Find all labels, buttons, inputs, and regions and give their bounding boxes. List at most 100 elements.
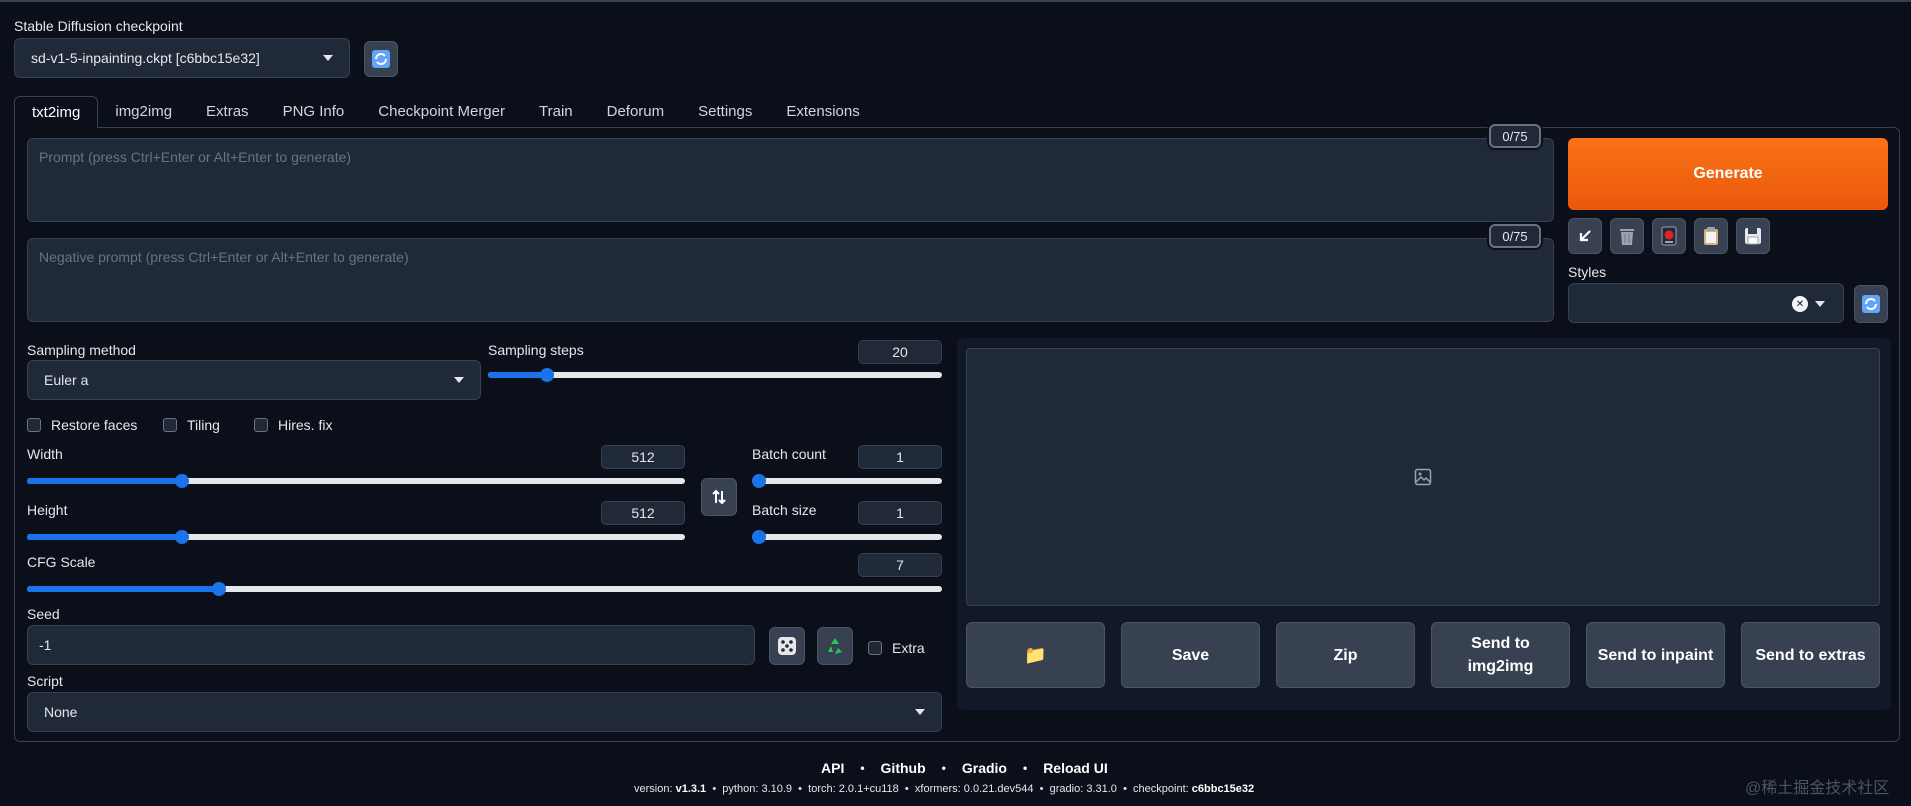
tab-extras[interactable]: Extras [189, 96, 266, 128]
slider-thumb[interactable] [540, 368, 555, 382]
batch-count-slider[interactable] [752, 470, 942, 492]
tiling-checkbox[interactable] [163, 418, 177, 432]
checkpoint-footer-label: checkpoint: [1133, 783, 1189, 795]
generate-button[interactable]: Generate [1568, 138, 1888, 210]
extra-networks-button[interactable] [1652, 218, 1686, 254]
cfg-scale-input[interactable]: 7 [858, 553, 942, 577]
sampling-steps-slider[interactable] [488, 364, 942, 386]
chevron-down-icon [454, 377, 464, 383]
batch-count-input[interactable]: 1 [858, 445, 942, 469]
slider-thumb[interactable] [752, 474, 766, 488]
tab-checkpoint-merger[interactable]: Checkpoint Merger [361, 96, 522, 128]
batch-size-input[interactable]: 1 [858, 501, 942, 525]
hires-fix-option[interactable]: Hires. fix [254, 417, 332, 433]
separator: • [941, 761, 946, 775]
negative-prompt-token-counter: 0/75 [1489, 224, 1541, 248]
slider-track [752, 478, 942, 484]
clipboard-icon [1704, 227, 1718, 245]
send-to-img2img-button[interactable]: Send to img2img [1431, 622, 1570, 688]
hires-fix-checkbox[interactable] [254, 418, 268, 432]
save-style-button[interactable] [1736, 218, 1770, 254]
slider-thumb[interactable] [212, 582, 227, 596]
refresh-checkpoint-button[interactable] [364, 41, 398, 77]
height-slider[interactable] [27, 526, 685, 548]
script-label: Script [27, 673, 63, 689]
script-dropdown[interactable]: None [27, 692, 942, 732]
send-to-extras-button[interactable]: Send to extras [1741, 622, 1880, 688]
sampling-steps-input[interactable]: 20 [858, 340, 942, 364]
batch-size-slider[interactable] [752, 526, 942, 548]
separator: • [798, 783, 803, 795]
refresh-styles-button[interactable] [1854, 285, 1888, 323]
extra-seed-option[interactable]: Extra [868, 640, 925, 656]
active-tab-joint [15, 126, 97, 129]
tab-deforum[interactable]: Deforum [590, 96, 682, 128]
swap-icon [712, 489, 726, 505]
styles-dropdown[interactable]: ✕ [1568, 283, 1844, 323]
extra-seed-checkbox[interactable] [868, 641, 882, 655]
height-label: Height [27, 502, 68, 518]
paste-prompt-button[interactable] [1568, 218, 1602, 254]
slider-track [488, 372, 942, 378]
prompt-textarea[interactable]: Prompt (press Ctrl+Enter or Alt+Enter to… [27, 138, 1554, 222]
xformers-value: 0.0.21.dev544 [963, 783, 1034, 795]
open-folder-button[interactable]: 📁 [966, 622, 1105, 688]
checkpoint-value: sd-v1-5-inpainting.ckpt [c6bbc15e32] [31, 50, 260, 66]
tiling-label: Tiling [187, 417, 220, 433]
sampling-method-label: Sampling method [27, 342, 136, 358]
cfg-scale-slider[interactable] [27, 578, 942, 600]
negative-prompt-textarea[interactable]: Negative prompt (press Ctrl+Enter or Alt… [27, 238, 1554, 322]
slider-thumb[interactable] [174, 474, 189, 488]
sampling-steps-label: Sampling steps [488, 342, 584, 358]
output-gallery [966, 348, 1880, 606]
checkpoint-label: Stable Diffusion checkpoint [14, 18, 183, 34]
github-link[interactable]: Github [881, 760, 926, 776]
batch-size-label: Batch size [752, 502, 817, 518]
width-input[interactable]: 512 [601, 445, 685, 469]
reuse-seed-button[interactable] [817, 627, 853, 665]
hires-fix-label: Hires. fix [278, 417, 333, 433]
tab-txt2img[interactable]: txt2img [14, 96, 99, 128]
restore-faces-option[interactable]: Restore faces [27, 417, 137, 433]
seed-label: Seed [27, 606, 60, 622]
save-button[interactable]: Save [1121, 622, 1260, 688]
swap-dimensions-button[interactable] [701, 478, 737, 516]
refresh-icon [372, 50, 390, 68]
gradio-link[interactable]: Gradio [962, 760, 1007, 776]
tab-png-info[interactable]: PNG Info [266, 96, 362, 128]
tiling-option[interactable]: Tiling [163, 417, 220, 433]
api-link[interactable]: API [821, 760, 844, 776]
recycle-icon [828, 638, 842, 654]
send-to-inpaint-button[interactable]: Send to inpaint [1586, 622, 1725, 688]
tab-settings[interactable]: Settings [681, 96, 769, 128]
seed-input[interactable]: -1 [27, 625, 755, 665]
tab-img2img[interactable]: img2img [98, 96, 189, 128]
python-label: python: [722, 783, 759, 795]
sampling-method-dropdown[interactable]: Euler a [27, 360, 481, 400]
height-input[interactable]: 512 [601, 501, 685, 525]
image-icon [1414, 468, 1432, 486]
slider-fill [27, 586, 220, 592]
version-info: version: v1.3.1 • python: 3.10.9 • torch… [634, 783, 1254, 795]
clear-icon[interactable]: ✕ [1792, 296, 1808, 312]
tab-train[interactable]: Train [522, 96, 590, 128]
separator: • [1022, 761, 1028, 775]
slider-track [752, 534, 942, 540]
tab-extensions[interactable]: Extensions [769, 96, 876, 128]
reload-ui-link[interactable]: Reload UI [1043, 760, 1108, 776]
slider-thumb[interactable] [174, 530, 189, 544]
cfg-scale-label: CFG Scale [27, 554, 96, 570]
slider-fill [27, 478, 182, 484]
width-slider[interactable] [27, 470, 685, 492]
slider-thumb[interactable] [752, 530, 766, 544]
watermark: @稀土掘金技术社区 [1745, 780, 1890, 797]
version-value: v1.3.1 [675, 783, 707, 795]
random-seed-button[interactable] [769, 627, 805, 665]
apply-style-button[interactable] [1694, 218, 1728, 254]
torch-label: torch: [808, 783, 836, 795]
restore-faces-checkbox[interactable] [27, 418, 41, 432]
checkpoint-dropdown[interactable]: sd-v1-5-inpainting.ckpt [c6bbc15e32] [14, 38, 350, 78]
zip-button[interactable]: Zip [1276, 622, 1415, 688]
clear-prompt-button[interactable] [1610, 218, 1644, 254]
torch-value: 2.0.1+cu118 [838, 783, 899, 795]
